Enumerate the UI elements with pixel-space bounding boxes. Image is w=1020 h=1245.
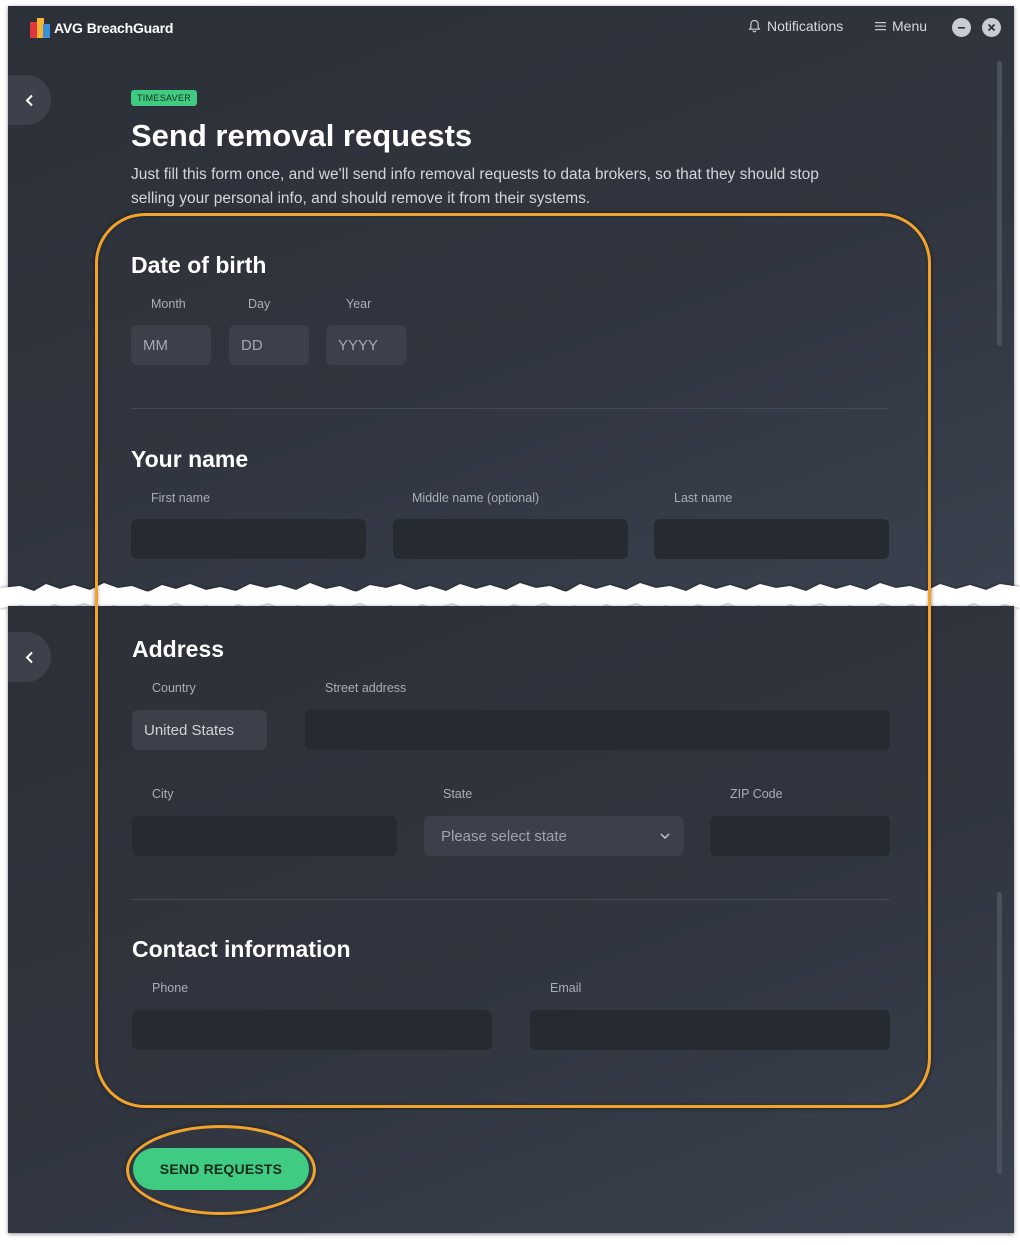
dob-title: Date of birth (131, 252, 267, 278)
back-button-lower[interactable] (8, 632, 51, 682)
notifications-label: Notifications (767, 18, 844, 34)
first-name-input[interactable] (131, 519, 366, 559)
phone-label: Phone (152, 981, 189, 995)
chevron-left-icon (25, 94, 33, 106)
bell-icon (748, 19, 761, 33)
month-label: Month (151, 297, 186, 311)
country-select[interactable]: United States (132, 710, 267, 750)
state-label: State (443, 787, 473, 801)
page-description: Just fill this form once, and we'll send… (131, 166, 819, 207)
close-button[interactable] (982, 18, 1001, 37)
state-select[interactable]: Please select state (424, 816, 684, 856)
middle-name-label: Middle name (optional) (412, 491, 540, 505)
day-input[interactable] (229, 325, 309, 365)
country-label: Country (152, 681, 196, 695)
last-name-input[interactable] (654, 519, 889, 559)
scrollbar[interactable] (997, 61, 1002, 346)
zip-label: ZIP Code (730, 787, 783, 801)
app-window-bottom: Address Country Street address United St… (8, 606, 1014, 1233)
name-title: Your name (131, 446, 249, 472)
year-label: Year (346, 297, 372, 311)
phone-input[interactable] (132, 1010, 492, 1050)
page-title: Send removal requests (131, 118, 473, 153)
avg-logo-icon (30, 18, 50, 38)
app-logo: AVG BreachGuard (30, 18, 173, 38)
brand-name: AVG (54, 20, 83, 36)
address-title: Address (132, 636, 225, 662)
email-input[interactable] (530, 1010, 890, 1050)
minimize-button[interactable] (952, 18, 971, 37)
menu-label: Menu (892, 18, 928, 34)
chevron-down-icon (660, 833, 670, 839)
chevron-left-icon (25, 651, 33, 663)
section-divider (132, 899, 890, 900)
close-icon (987, 23, 996, 32)
last-name-label: Last name (674, 491, 733, 505)
notifications-button[interactable]: Notifications (748, 18, 843, 34)
day-label: Day (248, 297, 271, 311)
product-name: BreachGuard (86, 20, 174, 36)
back-button[interactable] (8, 75, 51, 125)
scrollbar-lower[interactable] (997, 892, 1002, 1174)
middle-name-input[interactable] (393, 519, 628, 559)
section-divider (131, 408, 889, 409)
city-label: City (152, 787, 174, 801)
street-label: Street address (325, 681, 407, 695)
street-address-input[interactable] (305, 710, 890, 750)
first-name-label: First name (151, 491, 211, 505)
timesaver-badge: TIMESAVER (131, 90, 198, 106)
send-requests-button[interactable]: SEND REQUESTS (133, 1148, 309, 1190)
minimize-icon (958, 27, 965, 29)
app-window-top: AVG BreachGuard Notifications Menu TIMESA… (8, 6, 1014, 591)
email-label: Email (550, 981, 582, 995)
month-input[interactable] (131, 325, 211, 365)
city-input[interactable] (132, 816, 397, 856)
zip-input[interactable] (710, 816, 890, 856)
year-input[interactable] (326, 325, 406, 365)
menu-button[interactable]: Menu (875, 18, 927, 34)
state-placeholder: Please select state (441, 827, 567, 845)
contact-title: Contact information (132, 936, 351, 962)
hamburger-icon (875, 22, 886, 31)
